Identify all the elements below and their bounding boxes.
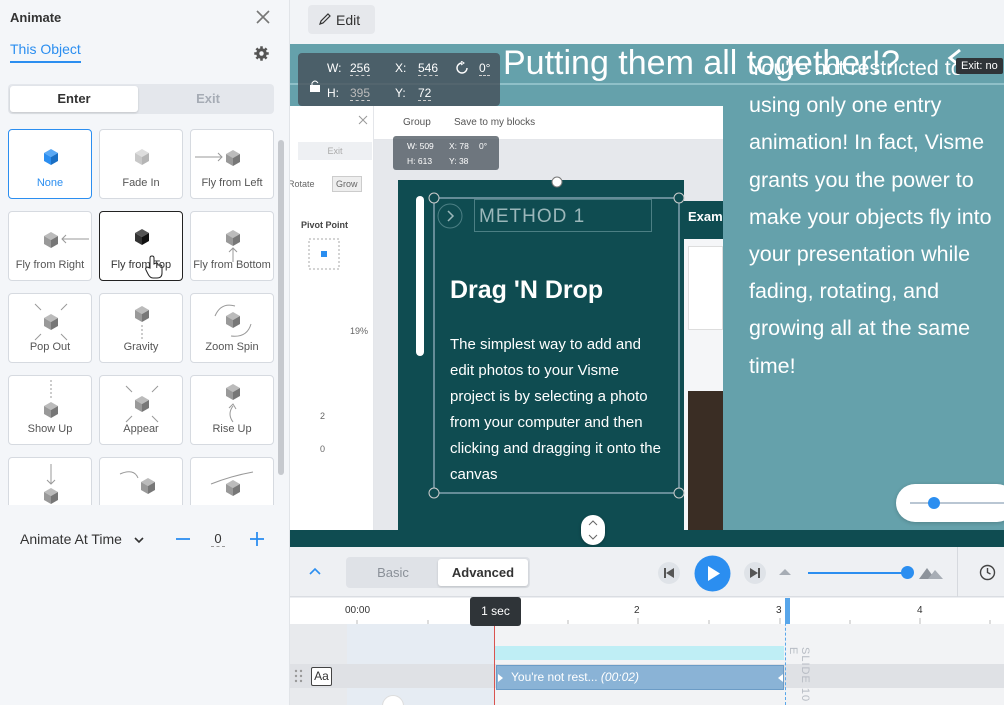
zoom-spin-icon xyxy=(214,304,252,337)
height-value[interactable]: 395 xyxy=(350,86,371,101)
y-value[interactable]: 72 xyxy=(418,86,432,101)
canvas-resize-handle[interactable] xyxy=(581,515,605,545)
exit-tab[interactable]: Exit xyxy=(144,86,272,112)
width-value[interactable]: 256 xyxy=(350,61,371,76)
zoom-out-icon[interactable] xyxy=(778,566,792,576)
playhead-tooltip: 1 sec xyxy=(470,597,521,626)
resize-arrows-icon xyxy=(588,520,598,540)
inner-selection-handles xyxy=(428,176,685,499)
cube-icon xyxy=(44,149,58,165)
rotate-icon xyxy=(456,61,468,74)
animation-grid: None Fade In Fly from Left Fly from Righ… xyxy=(8,129,274,505)
enter-tab[interactable]: Enter xyxy=(10,86,138,112)
slide-end-label: SLIDE 10 E xyxy=(787,647,811,703)
rise-up-icon xyxy=(226,384,240,423)
edit-button[interactable]: Edit xyxy=(308,5,375,34)
plus-icon[interactable] xyxy=(246,528,268,550)
clip-left-arrow-icon[interactable] xyxy=(497,673,505,683)
x-value[interactable]: 546 xyxy=(418,61,439,76)
slide-end-line xyxy=(785,598,786,705)
timeline-clip[interactable]: You're not rest... (00:02) xyxy=(496,665,784,690)
anim-zoom-spin[interactable]: Zoom Spin xyxy=(190,293,274,363)
anim-appear[interactable]: Appear xyxy=(99,375,183,445)
show-up-icon xyxy=(44,380,58,418)
panel-title: Animate xyxy=(10,10,62,25)
zoom-in-icon[interactable] xyxy=(918,564,944,580)
anim-swing[interactable] xyxy=(190,457,274,505)
play-icon[interactable] xyxy=(694,555,731,592)
anim-fly-from-left[interactable]: Fly from Left xyxy=(190,129,274,199)
anim-drop[interactable] xyxy=(8,457,92,505)
anim-gravity[interactable]: Gravity xyxy=(99,293,183,363)
slide-body-text[interactable]: You're not restricted to using only one … xyxy=(749,50,1001,385)
timeline-zoom-handle[interactable] xyxy=(901,566,914,579)
gravity-icon xyxy=(135,306,149,340)
tab-this-object[interactable]: This Object xyxy=(10,41,81,63)
drop-icon xyxy=(44,464,58,504)
animate-panel: Animate This Object Enter Exit None Fade… xyxy=(0,0,290,705)
chevron-down-icon[interactable] xyxy=(133,534,145,546)
skip-back-icon[interactable] xyxy=(657,561,681,585)
anim-fly-from-right[interactable]: Fly from Right xyxy=(8,211,92,281)
time-value[interactable]: 0 xyxy=(211,531,225,547)
timeline-panel: Basic Advanced 00:00 2 3 4 Aa You're not… xyxy=(290,547,1004,705)
pop-out-icon xyxy=(34,303,68,341)
lock-icon[interactable] xyxy=(309,79,321,93)
curve-icon xyxy=(119,471,155,494)
zoom-slider[interactable] xyxy=(896,484,1004,522)
swing-icon xyxy=(210,471,254,496)
playhead[interactable] xyxy=(494,626,495,705)
anim-pop-out[interactable]: Pop Out xyxy=(8,293,92,363)
embedded-screenshot[interactable]: Group Save to my blocks Exit Rotate Grow… xyxy=(290,106,723,530)
timeline-ruler[interactable]: 00:00 2 3 4 xyxy=(290,598,1004,624)
enter-exit-toggle: Enter Exit xyxy=(8,84,274,114)
dimensions-box: W: 256 X: 546 0° H: 395 Y: 72 xyxy=(298,53,500,106)
tab-advanced[interactable]: Advanced xyxy=(438,559,528,586)
close-icon[interactable] xyxy=(254,8,272,26)
gear-icon[interactable] xyxy=(253,45,270,62)
anim-rise-up[interactable]: Rise Up xyxy=(190,375,274,445)
fly-left-icon xyxy=(195,150,240,166)
appear-icon xyxy=(125,385,159,423)
fly-bottom-icon xyxy=(226,230,240,262)
anim-fly-from-top[interactable]: Fly from Top xyxy=(99,211,183,281)
panel-scrollbar[interactable] xyxy=(278,140,284,475)
fly-right-icon xyxy=(44,232,89,248)
minus-icon[interactable] xyxy=(172,528,194,550)
clock-icon[interactable] xyxy=(979,564,996,581)
tab-basic[interactable]: Basic xyxy=(350,559,436,586)
rotation-value[interactable]: 0° xyxy=(479,61,491,76)
slide-canvas[interactable]: Group Save to my blocks Exit Rotate Grow… xyxy=(290,44,1004,547)
anim-curve[interactable] xyxy=(99,457,183,505)
basic-advanced-toggle: Basic Advanced xyxy=(346,557,530,588)
timeline-bar-slide[interactable] xyxy=(495,646,784,660)
fly-top-icon xyxy=(135,229,163,279)
drag-handle-icon[interactable] xyxy=(294,669,304,683)
anim-show-up[interactable]: Show Up xyxy=(8,375,92,445)
collapse-chevron-icon[interactable] xyxy=(308,566,322,576)
timeline-controls: Basic Advanced xyxy=(290,547,1004,597)
exit-tag[interactable]: Exit: no xyxy=(956,58,1003,74)
skip-forward-icon[interactable] xyxy=(743,561,767,585)
anim-fade-in[interactable]: Fade In xyxy=(99,129,183,199)
animate-mode-select[interactable]: Animate At Time xyxy=(20,531,122,547)
anim-fly-from-bottom[interactable]: Fly from Bottom xyxy=(190,211,274,281)
clip-right-arrow-icon[interactable] xyxy=(777,673,785,683)
cube-faded-icon xyxy=(135,149,149,165)
anim-none[interactable]: None xyxy=(8,129,92,199)
pencil-icon xyxy=(319,13,331,25)
text-layer-icon: Aa xyxy=(311,667,332,686)
